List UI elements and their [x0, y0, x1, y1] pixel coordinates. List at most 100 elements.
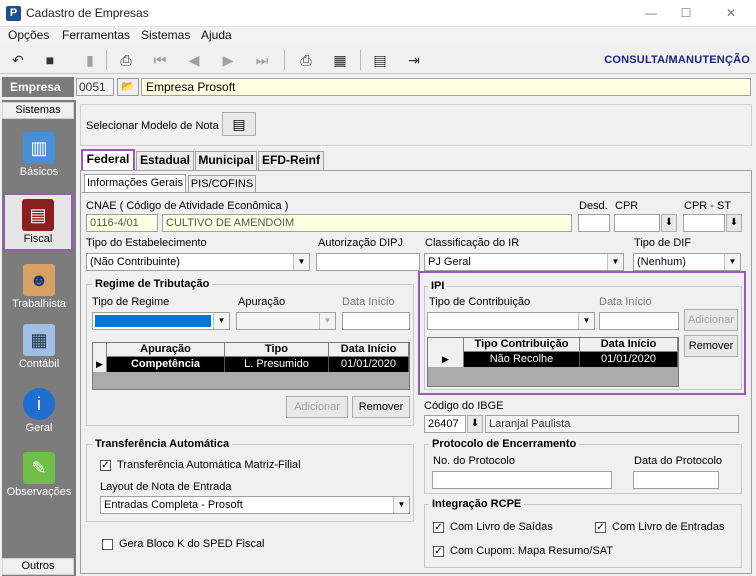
autorizacao-dipj-label: Autorização DIPJ: [318, 237, 403, 249]
ibge-code-field[interactable]: 26407: [424, 415, 466, 433]
ledger-icon: ▤: [22, 199, 54, 231]
select-model-icon[interactable]: ▤: [222, 112, 256, 136]
ipi-data-inicio-label: Data Início: [599, 296, 652, 308]
grid-header: Tipo: [225, 343, 329, 357]
minimize-button[interactable]: —: [636, 4, 666, 22]
empresa-label: Empresa: [2, 77, 74, 97]
rcpe-entradas-checkbox[interactable]: ✓: [595, 522, 606, 533]
regime-data-inicio-label: Data Início: [342, 296, 395, 308]
sidebar-item-observacoes[interactable]: ✎ Observações: [4, 446, 74, 506]
regime-data-inicio-field[interactable]: [342, 312, 410, 330]
protocolo-data-field[interactable]: [633, 471, 719, 489]
print-icon[interactable]: ⎙: [296, 50, 316, 70]
exit-icon[interactable]: ⇥: [404, 50, 424, 70]
tab-pis-cofins[interactable]: PIS/COFINS: [188, 175, 256, 193]
info-icon: i: [23, 388, 55, 420]
tipo-contribuicao-label: Tipo de Contribuição: [429, 296, 531, 308]
maximize-button[interactable]: ☐: [671, 4, 701, 22]
cpr-st-field[interactable]: [683, 214, 725, 232]
protocolo-numero-field[interactable]: [432, 471, 612, 489]
rcpe-saidas-checkbox[interactable]: ✓: [433, 522, 444, 533]
tab-efd-reinf[interactable]: EFD-Reinf: [258, 151, 324, 170]
cpr-download-icon[interactable]: ⬇: [661, 214, 677, 232]
toolbar-separator: [106, 50, 107, 70]
table-row[interactable]: Competência: [107, 357, 225, 372]
window-title: Cadastro de Empresas: [26, 6, 149, 20]
rcpe-cupom-checkbox[interactable]: ✓: [433, 546, 444, 557]
sidebar-item-basicos[interactable]: ▥ Básicos: [4, 126, 74, 186]
regime-add-button[interactable]: Adicionar: [286, 396, 348, 418]
close-button[interactable]: ✕: [716, 4, 746, 22]
tipo-contribuicao-select[interactable]: ▼: [427, 312, 595, 330]
tab-estadual[interactable]: Estadual: [136, 151, 194, 170]
first-record-icon[interactable]: ⏮: [150, 50, 170, 70]
grid-header: Data Início: [329, 343, 409, 357]
cnae-description-field: CULTIVO DE AMENDOIM: [162, 214, 572, 232]
tipo-regime-select[interactable]: ▼: [92, 312, 230, 330]
autorizacao-dipj-field[interactable]: [316, 253, 420, 271]
empresa-code-field[interactable]: 0051: [76, 78, 114, 96]
sidebar-item-geral[interactable]: i Geral: [4, 382, 74, 442]
sidebar-footer[interactable]: Outros: [2, 558, 74, 575]
last-record-icon[interactable]: ⏭: [252, 50, 272, 70]
table-row[interactable]: Não Recolhe: [464, 352, 580, 367]
undo-icon[interactable]: ↶: [8, 50, 28, 70]
desd-label: Desd.: [579, 200, 608, 212]
menu-ajuda[interactable]: Ajuda: [201, 28, 232, 42]
sidebar-item-contabil[interactable]: ▦ Contábil: [4, 318, 74, 378]
sidebar-header[interactable]: Sistemas: [2, 102, 74, 119]
regime-title: Regime de Tributação: [92, 278, 213, 290]
next-record-icon[interactable]: ▶: [218, 50, 238, 70]
ipi-remove-button[interactable]: Remover: [684, 335, 738, 357]
chevron-down-icon: ▼: [607, 254, 623, 270]
desd-field[interactable]: [578, 214, 610, 232]
rcpe-cupom-label: Com Cupom: Mapa Resumo/SAT: [450, 545, 614, 557]
preview-icon[interactable]: ⎙: [116, 50, 136, 70]
tipo-estabelecimento-value: (Não Contribuinte): [90, 256, 180, 268]
ibge-download-icon[interactable]: ⬇: [467, 415, 483, 433]
cpr-st-download-icon[interactable]: ⬇: [726, 214, 742, 232]
transferencia-checkbox[interactable]: ✓: [100, 460, 111, 471]
cpr-label: CPR: [615, 200, 639, 212]
previous-record-icon[interactable]: ◀: [184, 50, 204, 70]
menu-sistemas[interactable]: Sistemas: [141, 28, 190, 42]
worker-icon: ☻: [23, 264, 55, 296]
tab-federal[interactable]: Federal: [81, 149, 135, 171]
transferencia-check-label: Transferência Automática Matriz-Filial: [117, 459, 301, 471]
cnae-code-field[interactable]: 0116-4/01: [86, 214, 158, 232]
calculator-tool-icon[interactable]: ▦: [330, 50, 350, 70]
toolbar-separator: [360, 50, 361, 70]
table-row[interactable]: L. Presumido: [225, 357, 329, 372]
tab-informacoes-gerais[interactable]: Informações Gerais: [84, 174, 186, 192]
ipi-add-button[interactable]: Adicionar: [684, 309, 738, 331]
grid-header: Tipo Contribuição: [464, 338, 580, 352]
open-folder-icon[interactable]: 📂: [117, 78, 139, 96]
sidebar-item-label: Fiscal: [23, 233, 53, 245]
menu-opcoes[interactable]: Opções: [8, 28, 49, 42]
classificacao-ir-select[interactable]: PJ Geral ▼: [424, 253, 624, 271]
tipo-dif-select[interactable]: (Nenhum) ▼: [633, 253, 741, 271]
ibge-name-field: Laranjal Paulista: [485, 415, 739, 433]
tipo-estabelecimento-select[interactable]: (Não Contribuinte) ▼: [86, 253, 310, 271]
layout-nota-select[interactable]: Entradas Completa - Prosoft ▼: [100, 496, 410, 514]
report-icon[interactable]: ▤: [370, 50, 390, 70]
sidebar-item-fiscal[interactable]: ▤ Fiscal: [3, 193, 73, 251]
table-row[interactable]: 01/01/2020: [329, 357, 409, 372]
bloco-k-checkbox[interactable]: [102, 539, 113, 550]
bookmark-icon[interactable]: ▮: [80, 50, 100, 70]
cpr-field[interactable]: [614, 214, 660, 232]
table-row[interactable]: 01/01/2020: [580, 352, 678, 367]
ipi-data-inicio-field[interactable]: [599, 312, 679, 330]
save-icon[interactable]: ■: [40, 50, 60, 70]
cpr-st-label: CPR - ST: [684, 200, 732, 212]
regime-remove-button[interactable]: Remover: [352, 396, 410, 418]
chevron-down-icon: ▼: [724, 254, 740, 270]
sidebar-item-label: Trabalhista: [11, 298, 66, 310]
sidebar-item-trabalhista[interactable]: ☻ Trabalhista: [4, 258, 74, 318]
tab-municipal[interactable]: Municipal: [195, 151, 257, 170]
apuracao-select[interactable]: ▼: [236, 312, 336, 330]
menu-ferramentas[interactable]: Ferramentas: [62, 28, 130, 42]
chevron-down-icon: ▼: [213, 313, 229, 329]
classificacao-ir-label: Classificação do IR: [425, 237, 520, 249]
layout-nota-label: Layout de Nota de Entrada: [100, 481, 232, 493]
